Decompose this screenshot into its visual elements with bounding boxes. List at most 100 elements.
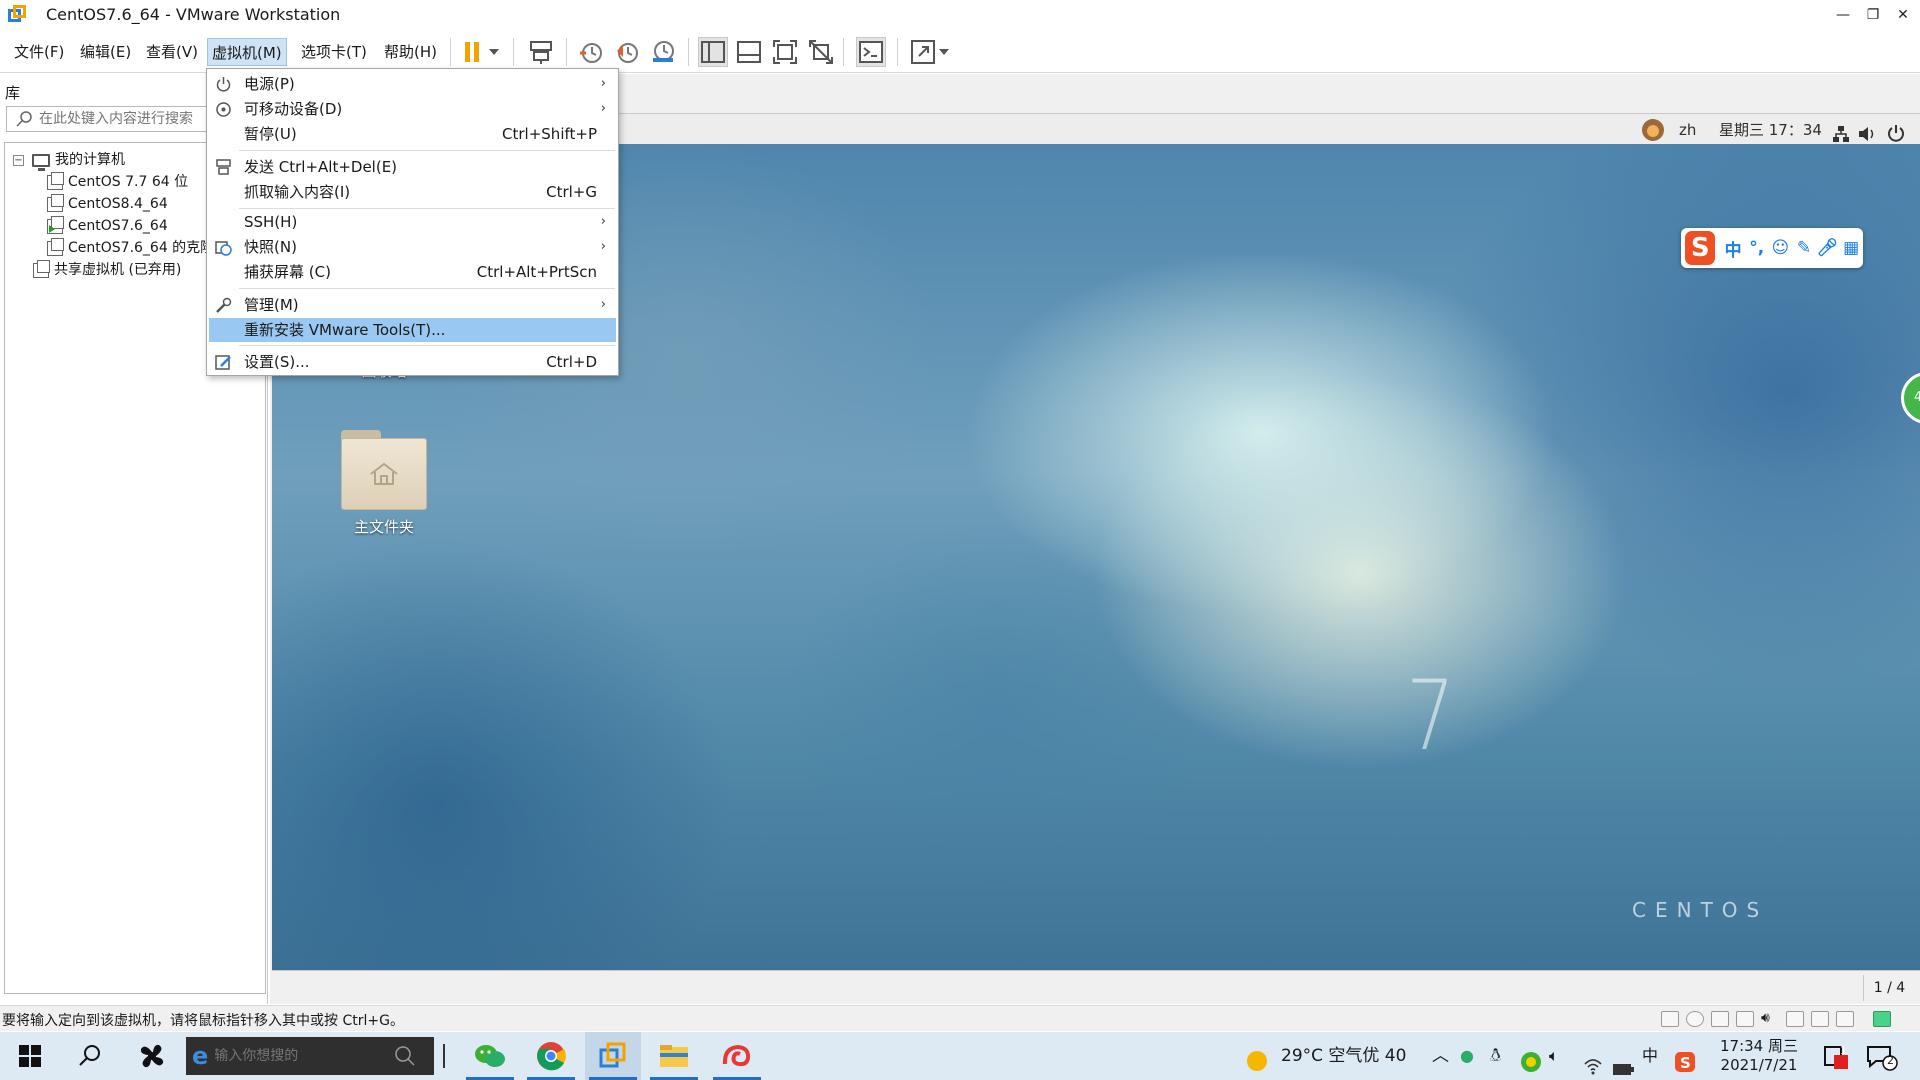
microphone-icon[interactable]: 🎤︎	[1816, 238, 1840, 258]
taskbar-app-vmware[interactable]	[585, 1032, 641, 1080]
emoji-icon[interactable]: ☺	[1769, 238, 1793, 258]
tray-sogou-icon[interactable]: S	[1674, 1044, 1696, 1072]
side-floating-badge[interactable]: 47	[1901, 372, 1920, 424]
sogou-logo-icon[interactable]: S	[1685, 231, 1716, 265]
menu-item-removable-devices[interactable]: 可移动设备(D) ›	[209, 97, 616, 121]
show-library-icon[interactable]	[698, 37, 728, 67]
tray-wechat-icon[interactable]: ●	[1460, 1032, 1474, 1080]
taskbar-search-button[interactable]	[62, 1032, 118, 1080]
tray-volume-icon[interactable]: 🔈︎	[1549, 1032, 1559, 1080]
tray-wifi-icon[interactable]	[1583, 1046, 1603, 1075]
menu-item-reinstall-vmware-tools[interactable]: 重新安装 VMware Tools(T)...	[209, 318, 616, 342]
menu-item-grab-input[interactable]: 抓取输入内容(I) Ctrl+G	[209, 180, 616, 204]
full-screen-icon[interactable]	[770, 37, 800, 67]
browser-search-input[interactable]	[214, 1048, 395, 1064]
tray-360-icon[interactable]	[1520, 1044, 1542, 1072]
ime-mode-toggle[interactable]: 中	[1721, 236, 1745, 261]
send-ctrl-alt-del-icon[interactable]	[526, 37, 556, 67]
tray-expand-icon[interactable]: ︿	[1432, 1032, 1449, 1080]
close-icon[interactable]: ✕	[1888, 0, 1918, 29]
menu-item-send-ctrl-alt-del[interactable]: 发送 Ctrl+Alt+Del(E)	[209, 155, 616, 179]
notification-icon[interactable]: 1	[1822, 1042, 1850, 1070]
console-view-icon[interactable]	[856, 37, 886, 67]
library-title: 库	[5, 84, 21, 102]
taskbar-app-snail[interactable]	[709, 1032, 765, 1080]
menu-item-capture-screen[interactable]: 捕获屏幕 (C) Ctrl+Alt+PrtScn	[209, 260, 616, 284]
network-icon[interactable]	[1832, 122, 1850, 142]
windows-taskbar: e 29°C 空气优 40 ︿ ● 🐧︎ 🔈︎ 中 S 17:34 周三 202…	[0, 1032, 1920, 1080]
tree-my-computer[interactable]: − 我的计算机	[13, 149, 125, 171]
taskbar-divider	[443, 1044, 445, 1068]
tray-ime-icon[interactable]: 中	[1642, 1032, 1658, 1080]
taskbar-app-wechat[interactable]	[462, 1032, 518, 1080]
menu-view[interactable]: 查看(V)	[142, 38, 202, 66]
action-center-icon[interactable]: 2	[1866, 1042, 1898, 1071]
title-bar: CentOS7.6_64 - VMware Workstation — ❐ ✕	[0, 0, 1920, 29]
tray-qq-icon[interactable]: 🐧︎	[1490, 1032, 1501, 1080]
revert-snapshot-icon[interactable]	[612, 37, 642, 67]
menu-item-manage[interactable]: 管理(M) ›	[209, 293, 616, 317]
menu-file[interactable]: 文件(F)	[10, 38, 68, 66]
toolbox-icon[interactable]: ▦	[1839, 238, 1863, 258]
pause-dropdown-icon[interactable]	[484, 37, 504, 67]
thumbnail-bar-icon[interactable]	[734, 37, 764, 67]
page-indicator: 1 / 4	[1863, 975, 1915, 1001]
menu-item-power[interactable]: 电源(P) ›	[209, 72, 616, 96]
weather-info[interactable]: 29°C 空气优 40	[1281, 1032, 1406, 1080]
taskbar-app-fan[interactable]	[124, 1032, 180, 1080]
centos-version-number: 7	[1406, 660, 1455, 772]
skin-icon[interactable]: ✎	[1792, 238, 1816, 258]
menu-item-settings[interactable]: 设置(S)... Ctrl+D	[209, 350, 616, 374]
printer-icon[interactable]	[1786, 1011, 1804, 1027]
guest-clock[interactable]: 星期三 17：34	[1719, 114, 1822, 146]
message-log-icon[interactable]	[1873, 1011, 1891, 1027]
avatar-icon[interactable]	[1641, 118, 1665, 142]
power-icon[interactable]	[1887, 121, 1905, 142]
taskbar-app-explorer[interactable]	[646, 1032, 702, 1080]
tree-vm-centos76-clone[interactable]: CentOS7.6_64 的克隆	[47, 237, 214, 259]
menu-vm[interactable]: 虚拟机(M)	[207, 38, 287, 66]
menu-item-pause[interactable]: 暂停(U) Ctrl+Shift+P	[209, 122, 616, 146]
volume-icon[interactable]	[1857, 122, 1877, 141]
tray-battery-icon[interactable]	[1612, 1048, 1634, 1075]
minimize-icon[interactable]: —	[1828, 0, 1858, 29]
tree-shared-vms[interactable]: 共享虚拟机 (已弃用)	[33, 259, 181, 281]
menu-edit[interactable]: 编辑(E)	[76, 38, 135, 66]
hard-disk-icon[interactable]	[1661, 1011, 1679, 1027]
start-button[interactable]	[2, 1032, 58, 1080]
snapshot-icon	[215, 241, 232, 256]
cd-dvd-icon[interactable]	[1686, 1011, 1704, 1027]
menu-tabs[interactable]: 选项卡(T)	[297, 38, 371, 66]
tree-vm-centos84[interactable]: CentOS8.4_64	[47, 193, 168, 215]
vm-icon	[47, 237, 64, 256]
usb-device-icon[interactable]	[1836, 1011, 1854, 1027]
submenu-arrow-icon: ›	[600, 214, 606, 229]
usb-controller-icon[interactable]	[1736, 1011, 1754, 1027]
taskbar-clock[interactable]: 17:34 周三 2021/7/21	[1719, 1037, 1799, 1080]
unity-mode-icon[interactable]	[806, 37, 836, 67]
snapshot-manager-icon[interactable]	[648, 37, 678, 67]
network-adapter-icon[interactable]	[1711, 1011, 1729, 1027]
desktop-icon-home[interactable]: 主文件夹	[324, 430, 444, 537]
library-search-input[interactable]	[39, 111, 219, 127]
taskbar-app-chrome[interactable]	[523, 1032, 579, 1080]
browser-search-box[interactable]: e	[186, 1037, 434, 1075]
restore-icon[interactable]: ❐	[1858, 0, 1888, 29]
sogou-ime-toolbar[interactable]: S 中 °, ☺ ✎ 🎤︎ ▦	[1681, 228, 1863, 268]
library-search[interactable]	[6, 106, 221, 132]
tree-vm-centos77[interactable]: CentOS 7.7 64 位	[47, 171, 188, 193]
stretch-dropdown-icon[interactable]	[934, 37, 954, 67]
sound-card-icon[interactable]: 🔊︎	[1761, 1011, 1779, 1027]
guest-lang[interactable]: zh	[1679, 114, 1696, 146]
weather-sun-icon[interactable]	[1245, 1044, 1269, 1071]
snapshot-icon[interactable]	[576, 37, 606, 67]
ime-punct-toggle[interactable]: °,	[1745, 238, 1769, 258]
tree-vm-centos76[interactable]: CentOS7.6_64	[47, 215, 168, 237]
menu-item-snapshot[interactable]: 快照(N) ›	[209, 235, 616, 259]
computer-icon	[32, 153, 50, 171]
collapse-icon[interactable]: −	[13, 154, 24, 166]
display-icon[interactable]	[1811, 1011, 1829, 1027]
menu-item-ssh[interactable]: SSH(H) ›	[209, 210, 616, 234]
menu-help[interactable]: 帮助(H)	[380, 38, 441, 66]
window-title: CentOS7.6_64 - VMware Workstation	[46, 5, 341, 24]
